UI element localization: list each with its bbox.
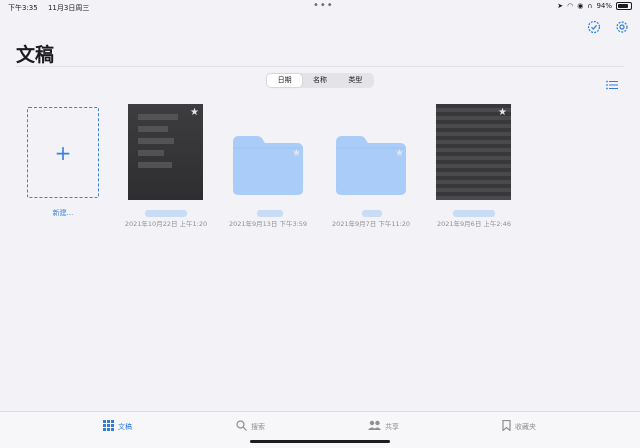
wifi-icon: ◠ bbox=[567, 2, 574, 10]
item-name[interactable] bbox=[453, 210, 495, 217]
sort-by-name[interactable]: 名称 bbox=[302, 74, 337, 87]
item-date: 2021年9月6日 上午2:46 bbox=[437, 220, 511, 228]
list-view-icon[interactable] bbox=[606, 75, 618, 90]
status-bar: 下午3:35 11月3日周三 ••• ➤ ◠ ◉ ∩ 94% bbox=[0, 0, 640, 14]
tab-documents[interactable]: 文稿 bbox=[103, 420, 132, 433]
tab-search[interactable]: 搜索 bbox=[236, 420, 265, 433]
item-date: 2021年9月7日 下午11:20 bbox=[331, 220, 411, 228]
new-document-label[interactable]: 新建... bbox=[27, 208, 99, 218]
battery-percent: 94% bbox=[596, 2, 612, 10]
item-date: 2021年10月22日 上午1:20 bbox=[124, 220, 208, 228]
document-thumbnail[interactable]: ★ bbox=[128, 104, 203, 200]
folder-icon[interactable]: ★ bbox=[334, 134, 408, 196]
folder-icon[interactable]: ★ bbox=[231, 134, 305, 196]
star-icon[interactable]: ★ bbox=[498, 107, 507, 118]
lock-icon: ◉ bbox=[577, 2, 584, 10]
page-title: 文稿 bbox=[16, 44, 55, 66]
headphones-icon: ∩ bbox=[587, 2, 593, 10]
plus-icon: + bbox=[54, 141, 72, 165]
item-name[interactable] bbox=[362, 210, 382, 217]
item-name[interactable] bbox=[257, 210, 283, 217]
tab-label: 搜索 bbox=[251, 422, 265, 431]
grid-icon bbox=[103, 420, 114, 433]
status-date: 11月3日周三 bbox=[47, 4, 90, 12]
star-icon[interactable]: ★ bbox=[292, 148, 301, 159]
star-icon[interactable]: ★ bbox=[395, 148, 404, 159]
item-name[interactable] bbox=[145, 210, 187, 217]
new-document-button[interactable]: + bbox=[27, 107, 99, 198]
sort-by-date[interactable]: 日期 bbox=[267, 74, 303, 87]
document-thumbnail[interactable]: ★ bbox=[436, 104, 511, 200]
gear-icon[interactable] bbox=[615, 19, 629, 33]
divider bbox=[16, 66, 624, 67]
home-indicator[interactable] bbox=[250, 440, 390, 443]
tab-label: 收藏夹 bbox=[515, 422, 536, 431]
status-time: 下午3:35 bbox=[8, 4, 38, 12]
search-icon bbox=[236, 420, 247, 433]
location-icon: ➤ bbox=[557, 2, 564, 10]
sort-segmented-control[interactable]: 日期 名称 类型 bbox=[266, 73, 374, 88]
tab-label: 文稿 bbox=[118, 422, 132, 431]
select-check-icon[interactable] bbox=[587, 19, 601, 34]
sort-by-type[interactable]: 类型 bbox=[338, 74, 373, 87]
tab-label: 共享 bbox=[385, 422, 399, 431]
people-icon bbox=[368, 420, 381, 433]
battery-icon bbox=[616, 2, 632, 10]
tab-shared[interactable]: 共享 bbox=[368, 420, 399, 433]
bookmark-icon bbox=[502, 419, 511, 433]
star-icon[interactable]: ★ bbox=[190, 107, 199, 118]
multitasking-dots[interactable]: ••• bbox=[313, 0, 334, 11]
tab-favorites[interactable]: 收藏夹 bbox=[502, 419, 536, 433]
item-date: 2021年9月13日 下午3:59 bbox=[228, 220, 308, 228]
